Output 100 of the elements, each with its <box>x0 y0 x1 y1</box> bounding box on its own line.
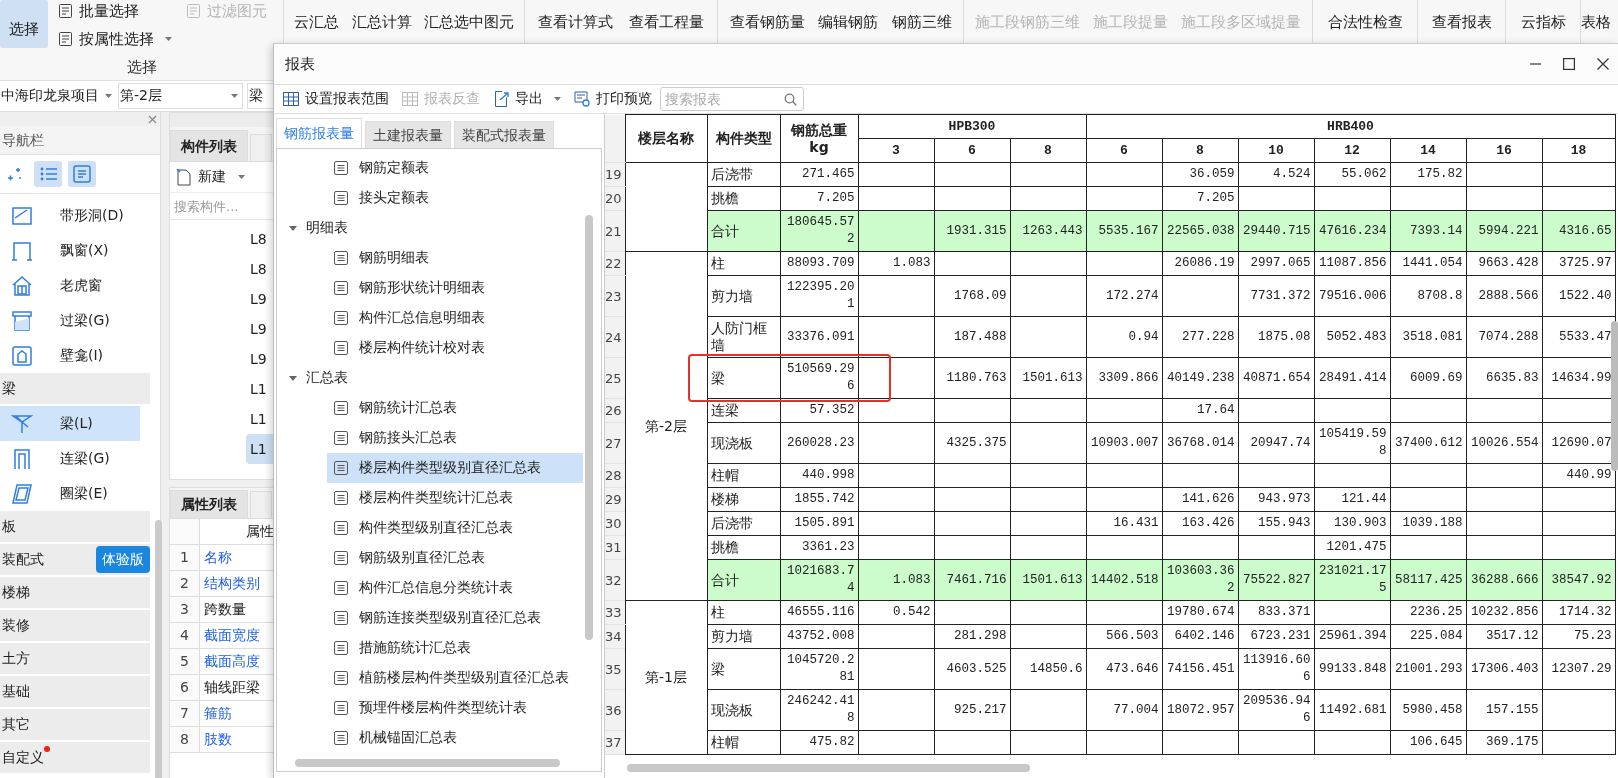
table-cell: 1768.09 <box>934 275 1010 317</box>
category-header[interactable]: 装修 <box>0 610 150 641</box>
category-header[interactable]: 自定义 <box>0 742 150 773</box>
new-button[interactable]: 新建 <box>176 168 245 186</box>
category-header[interactable]: 土方 <box>0 643 150 674</box>
table-cell: 163.426 <box>1162 511 1238 536</box>
table-cell: 510569.296 <box>780 357 858 399</box>
maximize-button[interactable] <box>1560 55 1578 73</box>
nav-item[interactable]: 梁(L) <box>0 406 140 441</box>
tab[interactable]: 属性列表 <box>170 490 248 518</box>
document-icon <box>333 610 349 626</box>
table-cell: 4325.375 <box>934 422 1010 464</box>
toolbar-button[interactable]: 查看工程量 <box>626 0 706 34</box>
table-cell: 现浇板 <box>707 422 780 464</box>
toolbar-button[interactable]: 查看钢筋量 <box>727 0 807 34</box>
toolbar-button[interactable]: 查看计算式 <box>536 0 616 34</box>
scrollbar[interactable] <box>1611 321 1618 471</box>
table-cell: 103603.362 <box>1162 559 1238 601</box>
table-cell: 梁 <box>707 357 780 399</box>
tab[interactable]: 钢筋报表量 <box>276 118 362 148</box>
toolbar-button[interactable]: 批量选择 <box>54 0 176 25</box>
tree-item[interactable]: 钢筋接头汇总表 <box>327 423 583 453</box>
category-header[interactable]: 板 <box>0 511 150 542</box>
table-cell: 281.298 <box>934 624 1010 649</box>
detail-view-button[interactable] <box>68 161 96 187</box>
close-icon <box>1597 58 1609 70</box>
table-cell: 1201.475 <box>1314 535 1390 560</box>
grid-icon <box>282 90 300 108</box>
window-title: 报表 <box>285 54 315 74</box>
tab[interactable]: 装配式报表量 <box>454 121 554 148</box>
toolbar-button[interactable]: 打印预览 <box>573 90 652 108</box>
tree-item[interactable]: 钢筋明细表 <box>327 243 583 273</box>
lintel-icon <box>10 308 34 333</box>
document-icon <box>333 460 349 476</box>
nav-item[interactable]: 连梁(G) <box>0 441 140 476</box>
tree-item[interactable]: 接头定额表 <box>327 183 583 213</box>
toolbar-button[interactable]: 按属性选择 <box>54 25 176 53</box>
niche-icon <box>10 343 34 368</box>
category-header[interactable]: 装配式 体验版 <box>0 544 150 575</box>
table-cell: 88093.709 <box>780 251 858 276</box>
tree-item[interactable]: 明细表 <box>277 213 601 243</box>
nav-item[interactable]: 带形洞(D) <box>0 198 140 233</box>
toolbar-button[interactable]: 合法性检查 <box>1325 0 1405 34</box>
tree-item[interactable]: 构件汇总信息明细表 <box>327 303 583 333</box>
tree-item[interactable]: 楼层构件类型级别直径汇总表 <box>327 453 583 483</box>
scrollbar[interactable] <box>585 215 593 640</box>
table-cell: 0.94 <box>1086 316 1162 358</box>
toolbar-button[interactable]: 云指标 <box>1518 0 1568 34</box>
search-field[interactable]: 搜索报表 <box>660 87 804 111</box>
table-cell: 7.205 <box>780 186 858 211</box>
toolbar-button[interactable]: 表格 <box>1581 0 1613 34</box>
table-cell: 130.903 <box>1314 511 1390 536</box>
tree-item[interactable]: 钢筋级别直径汇总表 <box>327 543 583 573</box>
close-icon <box>148 114 157 124</box>
category-header[interactable]: 其它 <box>0 709 150 740</box>
toolbar-button[interactable]: 选择 <box>0 0 48 48</box>
nav-item[interactable]: 过梁(G) <box>0 303 140 338</box>
tab[interactable]: 构件列表 <box>170 130 248 161</box>
category-header[interactable]: 基础 <box>0 676 150 707</box>
tree-item[interactable]: 钢筋形状统计明细表 <box>327 273 583 303</box>
dropdown[interactable]: 中海印龙泉项目 <box>0 83 114 109</box>
nav-item[interactable]: 圈梁(E) <box>0 476 140 511</box>
table-cell: 18072.957 <box>1162 689 1238 731</box>
table-cell: 剪力墙 <box>707 275 780 317</box>
tree-item[interactable]: 钢筋定额表 <box>327 153 583 183</box>
tree-item[interactable]: 钢筋统计汇总表 <box>327 393 583 423</box>
row-number: 6 <box>170 675 200 701</box>
scrollbar[interactable] <box>295 759 560 767</box>
category-header[interactable]: 楼梯 <box>0 577 150 608</box>
scrollbar[interactable] <box>155 520 162 778</box>
toolbar-button[interactable]: 导出 <box>492 90 561 108</box>
tree-item[interactable]: 楼层构件统计校对表 <box>327 333 583 363</box>
toolbar-button[interactable]: 设置报表范围 <box>282 90 389 108</box>
scrollbar[interactable] <box>627 764 1030 772</box>
toolbar-button[interactable]: 查看报表 <box>1429 0 1494 34</box>
toolbar-button[interactable]: 云汇总 <box>292 0 342 34</box>
table-cell: 5535.167 <box>1086 210 1162 252</box>
list-view-button[interactable] <box>34 161 62 187</box>
table-cell: 4603.525 <box>934 648 1010 690</box>
table-cell: 8708.8 <box>1390 275 1466 317</box>
nav-item[interactable]: 飘窗(X) <box>0 233 140 268</box>
tab[interactable]: 土建报表量 <box>365 121 451 148</box>
table-cell: 16.431 <box>1086 511 1162 536</box>
column-header: 钢筋总重 kg <box>780 114 858 163</box>
toolbar-button[interactable]: 汇总计算 <box>349 0 414 34</box>
column-header: HPB300 <box>858 114 1086 139</box>
tree-item[interactable]: 楼层构件类型统计汇总表 <box>327 483 583 513</box>
dropdown[interactable]: 第-2层 <box>118 83 243 109</box>
table-cell: 260028.23 <box>780 422 858 464</box>
table-cell: 1522.40 <box>1542 275 1615 317</box>
tab[interactable] <box>250 134 272 161</box>
table-cell: 2236.25 <box>1390 600 1466 625</box>
toolbar-button[interactable]: 汇总选中图元 <box>421 0 516 34</box>
toolbar-button[interactable]: 编辑钢筋 <box>816 0 880 34</box>
toolbar-button[interactable]: 钢筋三维 <box>889 0 954 34</box>
category-header[interactable]: 梁 <box>0 373 150 404</box>
tree-item[interactable]: 汇总表 <box>277 363 601 393</box>
nav-item[interactable]: 壁龛(I) <box>0 338 140 373</box>
tab[interactable] <box>250 491 272 518</box>
nav-item[interactable]: 老虎窗 <box>0 268 140 303</box>
